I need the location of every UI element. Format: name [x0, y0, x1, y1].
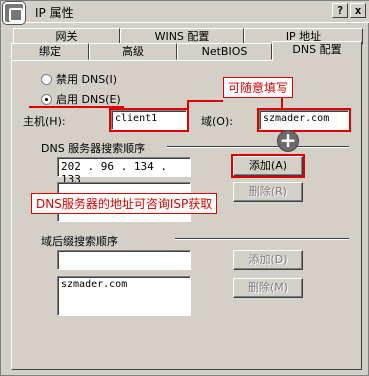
disable-dns-label: 禁用 DNS(I) — [56, 73, 118, 86]
suffix-list[interactable]: szmader.com — [57, 276, 191, 316]
domain-label: 域(O): — [201, 115, 233, 128]
window-title: IP 属性 — [35, 6, 74, 20]
enable-dns-option[interactable]: 启用 DNS(E) — [41, 91, 121, 107]
suffix-list-item[interactable]: szmader.com — [61, 279, 127, 290]
disable-dns-radio[interactable] — [41, 74, 52, 85]
tab-bindings[interactable]: 绑定 — [11, 43, 89, 60]
annotation-isp-note: DNS服务器的地址可咨询ISP获取 — [31, 193, 218, 214]
tab-advanced[interactable]: 高级 — [89, 43, 177, 60]
enable-dns-label: 启用 DNS(E) — [56, 93, 121, 106]
host-label: 主机(H): — [23, 115, 66, 128]
help-button[interactable]: ? — [332, 3, 348, 18]
app-icon — [3, 2, 25, 24]
tab-dns[interactable]: DNS 配置 — [272, 41, 362, 61]
annotation-fill-note: 可随意填写 — [223, 77, 294, 98]
tab-netbios[interactable]: NetBIOS — [177, 43, 272, 60]
annotation-connector-1 — [187, 101, 189, 109]
annotation-connector-2 — [187, 100, 223, 102]
plus-cursor-icon: + — [277, 130, 299, 152]
annotation-add-box — [231, 154, 305, 178]
annotation-host-box — [109, 108, 189, 132]
annotation-domain-box — [257, 108, 351, 132]
delete-dns-server-button[interactable]: 删除(R) — [233, 182, 303, 202]
enable-dns-radio[interactable] — [41, 94, 52, 105]
suffix-input[interactable] — [57, 250, 191, 270]
search-order-separator — [167, 146, 349, 148]
annotation-connector-3 — [281, 97, 283, 109]
ip-properties-window: IP 属性 ? x 网关 WINS 配置 IP 地址 绑定 高级 NetBIOS… — [0, 0, 369, 376]
add-suffix-button[interactable]: 添加(D) — [233, 250, 303, 270]
dns-server-input[interactable]: 202 . 96 . 134 . 133 — [57, 157, 191, 186]
suffix-order-label: 域后缀搜索顺序 — [41, 235, 118, 248]
search-order-label: DNS 服务器搜索顺序 — [41, 142, 146, 155]
close-button[interactable]: x — [350, 3, 366, 18]
disable-dns-option[interactable]: 禁用 DNS(I) — [41, 71, 117, 87]
suffix-separator — [175, 238, 349, 240]
title-bar: IP 属性 ? x — [1, 1, 369, 24]
delete-suffix-button[interactable]: 删除(M) — [233, 278, 303, 298]
